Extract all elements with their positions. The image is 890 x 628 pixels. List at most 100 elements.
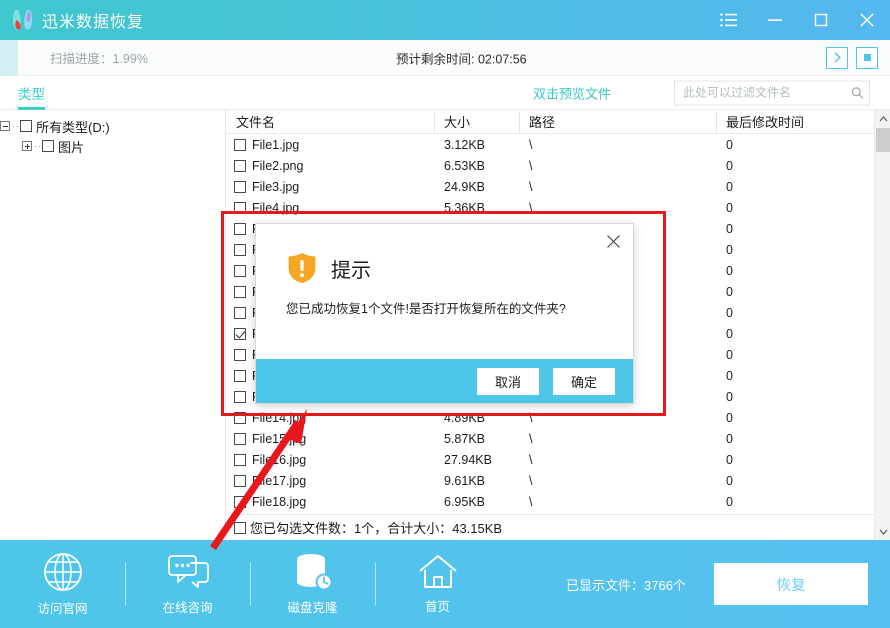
table-row[interactable]: File15.jpg5.87KB\0: [226, 428, 890, 449]
table-row[interactable]: File16.jpg27.94KB\0: [226, 449, 890, 470]
cell-size: 6.53KB: [434, 155, 519, 176]
stop-square-icon: [864, 54, 871, 61]
search-icon[interactable]: [845, 86, 869, 99]
table-row[interactable]: File2.png6.53KB\0: [226, 155, 890, 176]
table-row[interactable]: File1.jpg3.12KB\0: [226, 134, 890, 155]
recovery-success-dialog: 提示 您已成功恢复1个文件!是否打开恢复所在的文件夹? 取消 确定: [255, 223, 634, 404]
tab-type-label: 类型: [18, 83, 45, 103]
tree-node-all-types[interactable]: ·· 所有类型(D:): [0, 116, 225, 136]
row-checkbox[interactable]: [234, 328, 246, 340]
warning-shield-icon: [287, 252, 317, 284]
close-icon[interactable]: [844, 0, 890, 40]
bottom-item-label: 在线咨询: [162, 597, 212, 616]
table-row[interactable]: File3.jpg24.9KB\0: [226, 176, 890, 197]
cell-modified: 0: [716, 218, 856, 239]
filename-label: File16.jpg: [252, 453, 306, 467]
scan-controls: [826, 47, 878, 69]
recover-button[interactable]: 恢复: [714, 563, 868, 605]
tree-node-pictures[interactable]: ·· 图片: [0, 136, 225, 156]
cell-path: \: [519, 491, 716, 512]
cell-size: 9.61KB: [434, 470, 519, 491]
bottom-item-label: 磁盘克隆: [287, 597, 337, 616]
tree-checkbox-pictures[interactable]: [42, 140, 54, 152]
row-checkbox[interactable]: [234, 181, 246, 193]
row-checkbox[interactable]: [234, 202, 246, 214]
cell-modified: 0: [716, 134, 856, 155]
row-checkbox[interactable]: [234, 475, 246, 487]
row-checkbox[interactable]: [234, 349, 246, 361]
cell-filename: File4.jpg: [226, 197, 434, 218]
preview-hint[interactable]: 双击预览文件: [533, 83, 611, 102]
application-window: 迅米数据恢复 扫描进度：1.99% 预计剩余时间: 02:07:5: [0, 0, 890, 628]
row-checkbox[interactable]: [234, 244, 246, 256]
search-input[interactable]: [675, 81, 845, 104]
bottom-item-disk-clone[interactable]: 磁盘克隆: [250, 540, 375, 628]
row-checkbox[interactable]: [234, 433, 246, 445]
row-checkbox[interactable]: [234, 496, 246, 508]
cell-path: \: [519, 155, 716, 176]
row-checkbox[interactable]: [234, 160, 246, 172]
vertical-scrollbar[interactable]: [874, 110, 890, 540]
menu-icon[interactable]: [706, 0, 752, 40]
displayed-file-count: 已显示文件：3766个: [566, 575, 686, 594]
cell-modified: 0: [716, 449, 856, 470]
minimize-icon[interactable]: [752, 0, 798, 40]
dialog-ok-button[interactable]: 确定: [553, 368, 615, 395]
row-checkbox[interactable]: [234, 286, 246, 298]
cell-path: \: [519, 134, 716, 155]
progress-fill: [0, 40, 18, 76]
cell-size: 5.87KB: [434, 428, 519, 449]
row-checkbox[interactable]: [234, 223, 246, 235]
cell-size: 3.12KB: [434, 134, 519, 155]
row-checkbox[interactable]: [234, 307, 246, 319]
row-checkbox[interactable]: [234, 265, 246, 277]
tree-expander-icon[interactable]: [0, 121, 10, 131]
cell-filename: File2.png: [226, 155, 434, 176]
filename-label: File17.jpg: [252, 474, 306, 488]
column-header-filename[interactable]: 文件名: [226, 110, 434, 134]
disk-clone-icon: [292, 552, 334, 592]
tree-checkbox-all-types[interactable]: [20, 120, 32, 132]
column-header-size[interactable]: 大小: [434, 110, 519, 134]
cell-modified: 0: [716, 323, 856, 344]
row-checkbox[interactable]: [234, 370, 246, 382]
row-checkbox[interactable]: [234, 139, 246, 151]
scroll-up-icon[interactable]: [875, 110, 890, 127]
continue-scan-button[interactable]: [826, 47, 848, 69]
cell-modified: 0: [716, 491, 856, 512]
filename-label: File14.jpg: [252, 411, 306, 425]
select-all-checkbox[interactable]: [234, 522, 246, 534]
row-checkbox[interactable]: [234, 412, 246, 424]
dialog-cancel-button[interactable]: 取消: [477, 368, 539, 395]
bottom-item-home[interactable]: 首页: [375, 540, 500, 628]
cell-filename: File17.jpg: [226, 470, 434, 491]
row-checkbox[interactable]: [234, 454, 246, 466]
table-row[interactable]: File14.jpg4.89KB\0: [226, 407, 890, 428]
column-header-path[interactable]: 路径: [519, 110, 716, 134]
cell-filename: File1.jpg: [226, 134, 434, 155]
row-checkbox[interactable]: [234, 391, 246, 403]
scroll-down-icon[interactable]: [875, 523, 890, 540]
title-bar: 迅米数据恢复: [0, 0, 890, 40]
dialog-close-icon[interactable]: [599, 228, 627, 254]
scrollbar-thumb[interactable]: [876, 128, 890, 152]
column-header-modified[interactable]: 最后修改时间: [716, 110, 856, 134]
tree-expander-plus-icon[interactable]: [22, 141, 32, 151]
scan-progress-bar: 扫描进度：1.99% 预计剩余时间: 02:07:56: [0, 40, 890, 76]
table-row[interactable]: File18.jpg6.95KB\0: [226, 491, 890, 512]
bottom-item-label: 访问官网: [37, 598, 87, 617]
tab-type[interactable]: 类型: [18, 76, 45, 110]
bottom-item-label: 首页: [425, 596, 450, 615]
bottom-item-official-site[interactable]: 访问官网: [0, 540, 125, 628]
cell-filename: File15.jpg: [226, 428, 434, 449]
filename-label: File3.jpg: [252, 180, 299, 194]
table-row[interactable]: File4.jpg5.36KB\0: [226, 197, 890, 218]
stop-scan-button[interactable]: [856, 47, 878, 69]
filter-search-box: [674, 80, 870, 105]
table-row[interactable]: File17.jpg9.61KB\0: [226, 470, 890, 491]
globe-icon: [42, 551, 84, 593]
cell-size: 6.95KB: [434, 491, 519, 512]
maximize-icon[interactable]: [798, 0, 844, 40]
cell-modified: 0: [716, 344, 856, 365]
bottom-item-online-consult[interactable]: 在线咨询: [125, 540, 250, 628]
